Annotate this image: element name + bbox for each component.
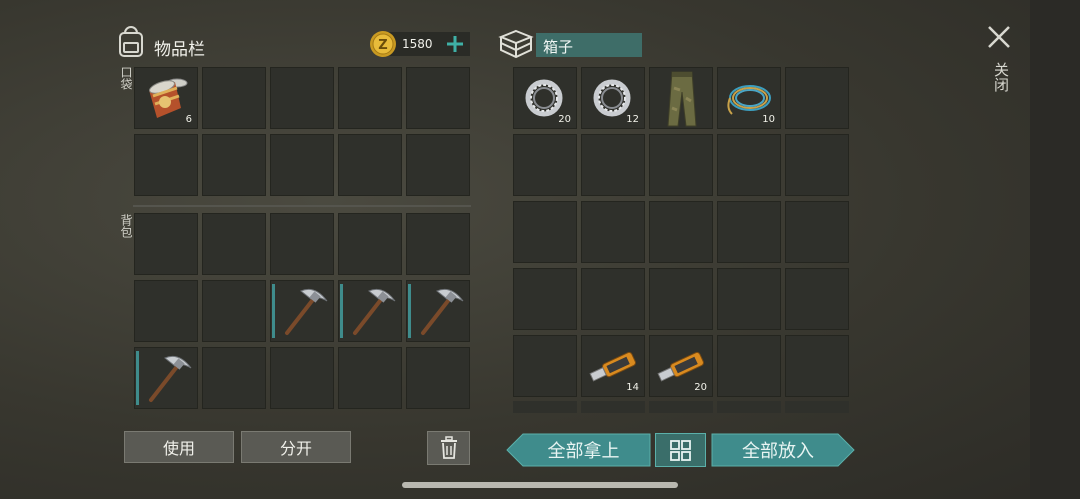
pocket-label: 口袋 [119, 66, 133, 90]
inventory-title: 物品栏 [154, 40, 205, 60]
backpack-slot[interactable] [406, 280, 470, 342]
split-button[interactable]: 分开 [241, 431, 351, 463]
backpack-slot[interactable] [406, 347, 470, 409]
backpack-slot[interactable] [270, 280, 334, 342]
backpack-slot[interactable] [202, 280, 266, 342]
item-count: 14 [626, 382, 639, 393]
svg-text:Z: Z [378, 38, 387, 53]
box-slot[interactable] [581, 134, 645, 196]
pocket-slot[interactable] [270, 134, 334, 196]
box-grid-partial-row [513, 401, 849, 413]
pocket-slot[interactable] [338, 67, 402, 129]
box-slot[interactable] [649, 67, 713, 129]
box-slot[interactable]: 20 [649, 335, 713, 397]
backpack-slot[interactable] [202, 213, 266, 275]
box-slot[interactable] [513, 201, 577, 263]
put-all-button[interactable]: 全部放入 [711, 433, 855, 467]
box-slot[interactable]: 20 [513, 67, 577, 129]
box-slot[interactable] [649, 268, 713, 330]
trash-icon [440, 436, 457, 459]
backpack-slot[interactable] [338, 280, 402, 342]
backpack-slot[interactable] [134, 347, 198, 409]
grid-icon [670, 440, 691, 461]
home-indicator[interactable] [402, 482, 678, 488]
box-icon [498, 28, 534, 60]
box-slot[interactable] [717, 134, 781, 196]
pocket-slot[interactable] [270, 67, 334, 129]
box-title-field[interactable]: 箱子 [536, 33, 642, 57]
pocket-slot[interactable] [338, 134, 402, 196]
box-slot[interactable]: 14 [581, 335, 645, 397]
backpack-slot[interactable] [338, 347, 402, 409]
pocket-slot[interactable]: 6 [134, 67, 198, 129]
pants-icon [667, 71, 697, 127]
backpack-slot[interactable] [270, 347, 334, 409]
box-slot[interactable] [785, 134, 849, 196]
box-slot[interactable] [513, 268, 577, 330]
pocket-slot[interactable] [406, 67, 470, 129]
box-slot[interactable] [785, 201, 849, 263]
sort-button[interactable] [655, 433, 706, 467]
box-slot[interactable] [785, 335, 849, 397]
coin-icon: Z [369, 30, 397, 58]
box-slot[interactable] [717, 335, 781, 397]
pickaxe-icon [285, 288, 328, 335]
pickaxe-icon [421, 288, 464, 335]
take-all-button[interactable]: 全部拿上 [506, 433, 651, 467]
backpack-slot[interactable] [134, 213, 198, 275]
close-button[interactable]: 关闭 [982, 20, 1016, 100]
close-label: 关闭 [992, 62, 1010, 92]
put-all-label: 全部放入 [742, 441, 814, 462]
add-coins-icon[interactable] [444, 32, 466, 56]
pocket-slot[interactable] [202, 134, 266, 196]
box-slot[interactable] [581, 201, 645, 263]
box-slot[interactable] [717, 268, 781, 330]
box-slot[interactable] [649, 134, 713, 196]
backpack-label: 背包 [119, 214, 133, 238]
pickaxe-icon [353, 288, 396, 335]
backpack-slot[interactable] [338, 213, 402, 275]
section-divider [133, 205, 471, 207]
box-slot[interactable] [581, 268, 645, 330]
box-slot[interactable] [717, 201, 781, 263]
box-slot[interactable] [513, 335, 577, 397]
pickaxe-icon [149, 355, 192, 402]
backpack-slot[interactable] [406, 213, 470, 275]
item-count: 12 [626, 114, 639, 125]
pocket-slot[interactable] [406, 134, 470, 196]
close-icon [988, 26, 1010, 48]
item-count: 20 [558, 114, 571, 125]
box-slot[interactable] [785, 268, 849, 330]
box-title: 箱子 [543, 38, 574, 56]
box-slot[interactable]: 12 [581, 67, 645, 129]
box-slot[interactable] [785, 67, 849, 129]
box-slot[interactable] [649, 201, 713, 263]
item-count: 6 [185, 114, 192, 125]
pocket-slot[interactable] [202, 67, 266, 129]
backpack-icon [116, 26, 146, 58]
box-slot[interactable]: 10 [717, 67, 781, 129]
right-side-panel [1030, 0, 1080, 499]
trash-button[interactable] [427, 431, 470, 465]
backpack-slot[interactable] [270, 213, 334, 275]
backpack-slot[interactable] [134, 280, 198, 342]
pocket-slot[interactable] [134, 134, 198, 196]
backpack-slot[interactable] [202, 347, 266, 409]
coin-amount: 1580 [402, 37, 433, 51]
item-count: 20 [694, 382, 707, 393]
item-count: 10 [762, 114, 775, 125]
box-slot[interactable] [513, 134, 577, 196]
use-button[interactable]: 使用 [124, 431, 234, 463]
take-all-label: 全部拿上 [547, 441, 620, 462]
